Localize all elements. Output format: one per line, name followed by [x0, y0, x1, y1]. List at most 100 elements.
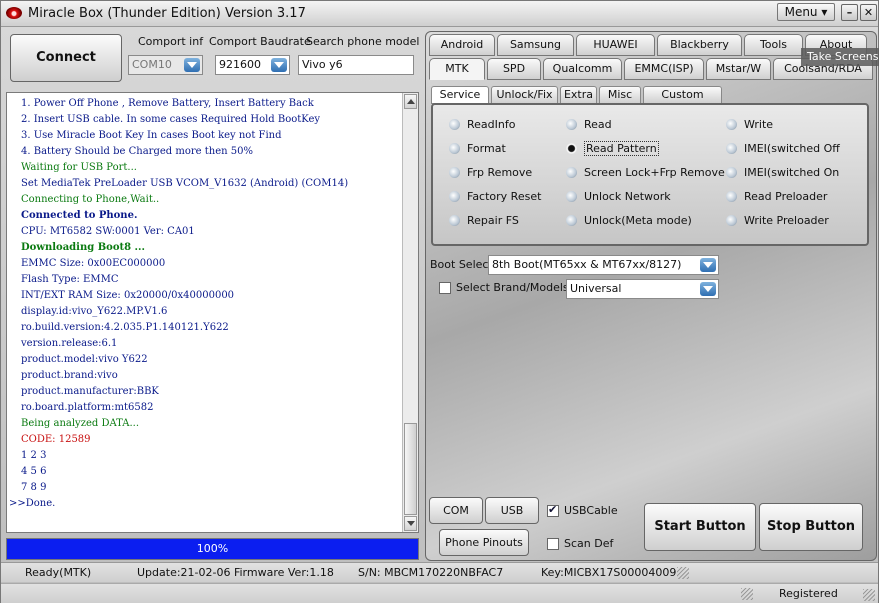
- radio-icon[interactable]: [726, 119, 737, 130]
- usb-cable-checkbox[interactable]: [547, 503, 559, 517]
- tab-blackberry[interactable]: Blackberry: [657, 34, 742, 56]
- radio-icon[interactable]: [566, 143, 577, 154]
- option-label: Write: [744, 118, 774, 131]
- radio-icon[interactable]: [449, 191, 460, 202]
- baudrate-value: 921600: [219, 58, 261, 71]
- option-imei-switched-on[interactable]: IMEI(switched On: [726, 165, 839, 181]
- log-scrollbar[interactable]: [402, 93, 418, 532]
- option-label: Write Preloader: [744, 214, 829, 227]
- option-label: Screen Lock+Frp Remove: [584, 166, 725, 179]
- tab-mtk[interactable]: MTK: [429, 58, 485, 80]
- log-panel[interactable]: 1. Power Off Phone , Remove Battery, Ins…: [6, 92, 419, 533]
- option-read[interactable]: Read: [566, 117, 612, 133]
- scan-def-label: Scan Def: [564, 537, 614, 550]
- option-label: IMEI(switched On: [744, 166, 840, 179]
- option-read-pattern[interactable]: Read Pattern: [566, 141, 659, 157]
- title-bar: Miracle Box (Thunder Edition) Version 3.…: [1, 1, 878, 27]
- connect-button[interactable]: Connect Button: [10, 34, 122, 111]
- baudrate-select[interactable]: 921600: [215, 55, 290, 75]
- radio-icon[interactable]: [449, 215, 460, 226]
- tab-samsung[interactable]: Samsung: [497, 34, 574, 56]
- log-line: display.id:vivo_Y622.MP.V1.6: [21, 306, 168, 317]
- option-format[interactable]: Format: [449, 141, 506, 157]
- scroll-down-icon[interactable]: [404, 516, 417, 531]
- tab-emmc-isp[interactable]: EMMC(ISP): [624, 58, 704, 80]
- radio-icon[interactable]: [449, 119, 460, 130]
- subtab-misc[interactable]: Misc: [599, 86, 641, 104]
- scan-def-checkbox[interactable]: [547, 538, 559, 550]
- chevron-down-icon: [184, 58, 200, 72]
- take-screenshot-tooltip[interactable]: Take Screenshot: [801, 48, 879, 66]
- log-line: Flash Type: EMMC: [21, 274, 119, 285]
- option-read-preloader[interactable]: Read Preloader: [726, 189, 827, 205]
- scroll-thumb[interactable]: [404, 423, 417, 515]
- search-phone-input[interactable]: Vivo y6: [298, 55, 414, 75]
- phone-pinouts-button[interactable]: Phone Pinouts: [439, 529, 529, 556]
- option-unlock-network[interactable]: Unlock Network: [566, 189, 671, 205]
- radio-icon[interactable]: [449, 143, 460, 154]
- select-brand-checkbox[interactable]: [439, 282, 451, 294]
- com-scan-button[interactable]: COM Scan: [429, 497, 483, 542]
- option-unlock-meta-mode[interactable]: Unlock(Meta mode): [566, 213, 692, 229]
- radio-icon[interactable]: [726, 215, 737, 226]
- radio-icon[interactable]: [566, 119, 577, 130]
- option-label: Unlock Network: [584, 190, 671, 203]
- log-line: ro.build.version:4.2.035.P1.140121.Y622: [21, 322, 229, 333]
- radio-icon[interactable]: [449, 167, 460, 178]
- tab-qualcomm[interactable]: Qualcomm: [543, 58, 622, 80]
- service-options-panel: ReadInfo Format Frp Remove Factory Reset Rep…: [431, 103, 869, 246]
- chevron-down-icon: [271, 58, 287, 72]
- menu-button[interactable]: Menu ▾: [777, 3, 835, 21]
- subtab-extra[interactable]: Extra: [560, 86, 597, 104]
- option-factory-reset[interactable]: Factory Reset: [449, 189, 541, 205]
- option-readinfo[interactable]: ReadInfo: [449, 117, 515, 133]
- subtab-custom-setting[interactable]: Custom Setting: [643, 86, 722, 117]
- scroll-up-icon[interactable]: [404, 94, 417, 109]
- radio-icon[interactable]: [566, 167, 577, 178]
- option-label: Read: [584, 118, 612, 131]
- start-button[interactable]: Start Button: [644, 503, 756, 551]
- log-line: Connected to Phone.: [21, 210, 138, 221]
- radio-icon[interactable]: [726, 167, 737, 178]
- radio-icon[interactable]: [566, 191, 577, 202]
- subtab-service[interactable]: Service: [431, 86, 489, 104]
- boot-select[interactable]: 8th Boot(MT65xx & MT67xx/8127): [488, 255, 719, 275]
- option-frp-remove[interactable]: Frp Remove: [449, 165, 532, 181]
- option-label: Unlock(Meta mode): [584, 214, 692, 227]
- log-line: 2. Insert USB cable. In some cases Requi…: [21, 114, 321, 125]
- tab-spd[interactable]: SPD: [487, 58, 541, 80]
- log-line: product.brand:vivo: [21, 370, 118, 381]
- option-repair-fs[interactable]: Repair FS: [449, 213, 519, 229]
- progress-text: 100%: [196, 542, 229, 555]
- option-write[interactable]: Write: [726, 117, 773, 133]
- tab-huawei[interactable]: HUAWEI: [576, 34, 655, 56]
- minimize-button[interactable]: –: [841, 4, 858, 21]
- stop-button[interactable]: Stop Button: [759, 503, 863, 551]
- log-line: Waiting for USB Port...: [21, 162, 137, 173]
- log-line: Set MediaTek PreLoader USB VCOM_V1632 (A…: [21, 178, 349, 189]
- radio-icon[interactable]: [566, 215, 577, 226]
- radio-icon[interactable]: [726, 191, 737, 202]
- comport-select[interactable]: COM10: [128, 55, 203, 75]
- option-write-preloader[interactable]: Write Preloader: [726, 213, 829, 229]
- radio-icon[interactable]: [726, 143, 737, 154]
- brand-model-select[interactable]: Universal: [566, 279, 719, 299]
- select-brand-label: Select Brand/Models: [456, 281, 569, 294]
- close-button[interactable]: ✕: [860, 4, 877, 21]
- subtab-unlock-fix[interactable]: Unlock/Fix: [491, 86, 558, 104]
- status-update: Update:21-02-06 Firmware Ver:1.18: [137, 566, 334, 579]
- tab-mstar-w[interactable]: Mstar/W: [706, 58, 771, 80]
- tab-android[interactable]: Android: [429, 34, 495, 56]
- tab-tools[interactable]: Tools: [744, 34, 803, 56]
- app-window: Miracle Box (Thunder Edition) Version 3.…: [0, 0, 879, 603]
- option-imei-switched-off[interactable]: IMEI(switched Off: [726, 141, 840, 157]
- option-label: ReadInfo: [467, 118, 516, 131]
- log-line: CPU: MT6582 SW:0001 Ver: CA01: [21, 226, 195, 237]
- option-label: Format: [467, 142, 506, 155]
- usb-scan-button[interactable]: USB Scan: [485, 497, 539, 542]
- log-line: 4 5 6: [21, 466, 47, 477]
- option-screen-lock-frp-remove[interactable]: Screen Lock+Frp Remove: [566, 165, 725, 181]
- log-line: ro.board.platform:mt6582: [21, 402, 154, 413]
- chevron-down-icon: [700, 258, 716, 272]
- search-label: Search phone model: [306, 35, 420, 48]
